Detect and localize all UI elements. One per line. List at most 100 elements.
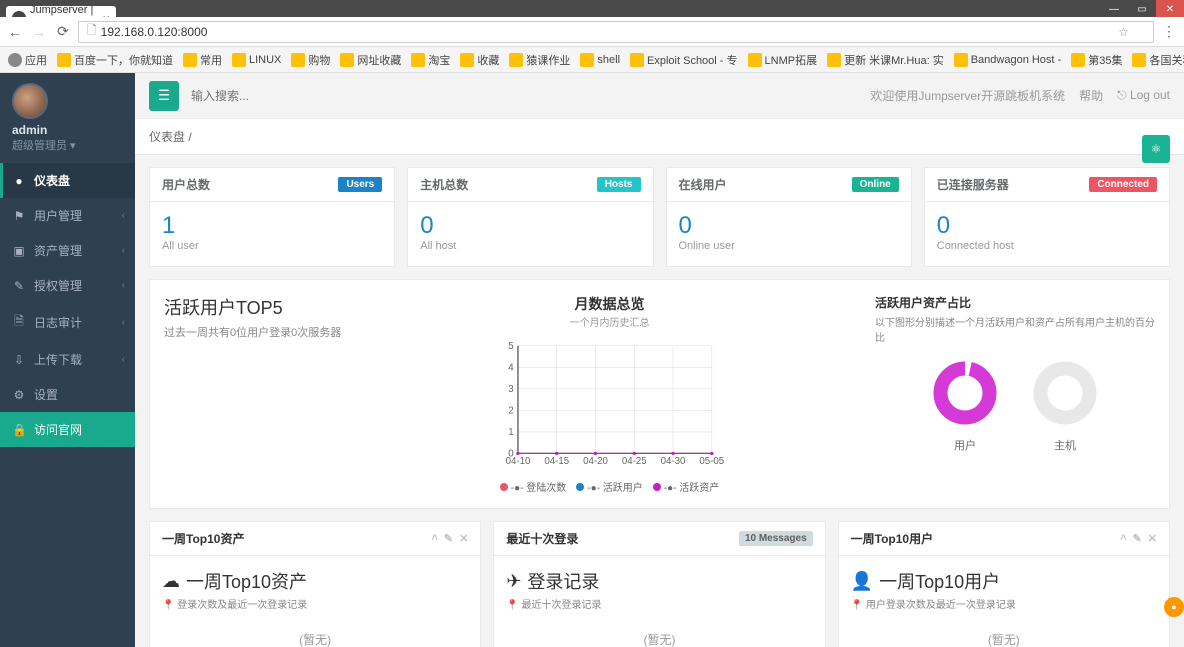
avatar[interactable]: [12, 83, 48, 119]
legend-item: -●- 登陆次数: [500, 479, 566, 494]
sidebar-item-0[interactable]: ●仪表盘: [0, 163, 135, 198]
close-icon[interactable]: ✕: [459, 532, 468, 545]
stat-label: Connected host: [937, 240, 1157, 252]
panel-icon: 👤: [851, 571, 873, 592]
address-bar[interactable]: 🗋 192.168.0.120:8000 ☆: [78, 21, 1154, 43]
stat-box: 在线用户Online0Online user: [666, 167, 912, 267]
main-area: ☰ 欢迎使用Jumpserver开源跳板机系统 帮助 ⎋ Log out ⚛ 仪…: [135, 73, 1184, 647]
bookmark-item[interactable]: 淘宝: [411, 52, 450, 68]
stat-badge: Users: [338, 177, 382, 192]
search-input[interactable]: [191, 81, 858, 111]
legend-item: -●- 活跃资产: [653, 479, 719, 494]
stat-title: 主机总数: [420, 176, 468, 193]
bookmark-item[interactable]: 各国关税起征点及征: [1132, 52, 1184, 68]
sidebar-header: admin 超级管理员 ▾: [0, 73, 135, 163]
address-text: 192.168.0.120:8000: [101, 25, 208, 39]
stat-title: 用户总数: [162, 176, 210, 193]
stat-badge: Connected: [1089, 177, 1157, 192]
chevron-up-icon[interactable]: ˄: [1120, 532, 1126, 545]
donut-hosts: [1030, 358, 1100, 428]
bookmark-item[interactable]: 收藏: [460, 52, 499, 68]
stat-box: 用户总数 Users 1All user: [149, 167, 395, 267]
wrench-icon[interactable]: ✎: [444, 532, 453, 545]
panel-head: 一周Top10用户: [851, 530, 933, 547]
sidebar-item-5[interactable]: ⇩上传下载‹: [0, 342, 135, 377]
nav-back-icon[interactable]: ←: [6, 24, 24, 40]
panel-title: ☁ 一周Top10资产: [162, 568, 468, 594]
svg-text:04-30: 04-30: [661, 456, 686, 467]
bookmark-item[interactable]: 购物: [291, 52, 330, 68]
bookmark-item[interactable]: LNMP拓展: [748, 52, 818, 68]
stat-label: All host: [420, 240, 640, 252]
bookmark-item[interactable]: 第35集: [1071, 52, 1122, 68]
logout-icon: ⎋: [1117, 88, 1127, 102]
stat-title: 在线用户: [679, 176, 727, 193]
chevron-left-icon: ‹: [122, 280, 125, 291]
bookmark-item[interactable]: Exploit School - 专: [630, 52, 737, 68]
close-icon[interactable]: ✕: [1148, 532, 1157, 545]
bookmarks-apps[interactable]: 应用: [8, 52, 47, 68]
share-button[interactable]: ⚛: [1142, 135, 1170, 163]
nav-reload-icon[interactable]: ⟳: [54, 23, 72, 40]
messages-badge: 10 Messages: [739, 531, 813, 546]
help-link[interactable]: 帮助: [1079, 87, 1103, 104]
donut-subtitle: 以下图形分别描述一个月活跃用户和资产占所有用户主机的百分比: [875, 314, 1155, 344]
stat-box: 主机总数Hosts0All host: [407, 167, 653, 267]
bookmark-item[interactable]: 百度一下，你就知道: [57, 52, 173, 68]
bookmark-item[interactable]: Bandwagon Host -: [954, 53, 1062, 67]
sidebar-item-7[interactable]: 🔒访问官网: [0, 412, 135, 447]
bookmark-item[interactable]: 猿课作业: [509, 52, 570, 68]
sidebar-item-6[interactable]: ⚙设置: [0, 377, 135, 412]
window-controls: — ▭ ✕: [1100, 0, 1184, 18]
bookmark-item[interactable]: 更新 米课Mr.Hua: 实: [827, 52, 944, 68]
svg-text:04-10: 04-10: [506, 456, 531, 467]
top5-panel: 活跃用户TOP5 过去一周共有0位用户登录0次服务器: [164, 294, 344, 494]
bottom-panel: 一周Top10资产˄✎✕☁ 一周Top10资产📍 登录次数及最近一次登录记录(暂…: [149, 521, 481, 647]
nav-icon: ⇩: [12, 353, 26, 367]
nav-icon: ▣: [12, 244, 26, 258]
bookmark-item[interactable]: shell: [580, 53, 620, 67]
stat-value: 1: [162, 212, 382, 240]
menu-icon[interactable]: ⋮: [1160, 23, 1178, 40]
donut-title: 活跃用户资产占比: [875, 294, 1155, 311]
panel-icon: ☁: [162, 571, 180, 592]
bookmark-item[interactable]: 网址收藏: [340, 52, 401, 68]
stat-value: 0: [420, 212, 640, 240]
nav-forward-icon[interactable]: →: [30, 24, 48, 40]
wrench-icon[interactable]: ✎: [1133, 532, 1142, 545]
browser-nav-bar: ← → ⟳ 🗋 192.168.0.120:8000 ☆ ⋮: [0, 17, 1184, 47]
breadcrumb: 仪表盘 /: [135, 119, 1184, 155]
sidebar-role[interactable]: 超级管理员 ▾: [12, 137, 123, 153]
sidebar: admin 超级管理员 ▾ ●仪表盘⚑用户管理‹▣资产管理‹✎授权管理‹🗎日志审…: [0, 73, 135, 647]
sidebar-item-1[interactable]: ⚑用户管理‹: [0, 198, 135, 233]
donut-panel: 活跃用户资产占比 以下图形分别描述一个月活跃用户和资产占所有用户主机的百分比 用…: [875, 294, 1155, 494]
panel-subtitle: 📍 最近十次登录记录: [506, 596, 812, 611]
svg-text:1: 1: [508, 427, 513, 438]
legend-item: -●- 活跃用户: [576, 479, 642, 494]
svg-text:04-20: 04-20: [583, 456, 608, 467]
logout-link[interactable]: ⎋ Log out: [1117, 88, 1170, 103]
notification-bubble[interactable]: ●: [1164, 597, 1184, 617]
chevron-up-icon[interactable]: ˄: [431, 532, 437, 545]
nav-icon: ⚑: [12, 209, 26, 223]
stat-badge: Online: [852, 177, 899, 192]
star-icon[interactable]: ☆: [1118, 25, 1129, 39]
sidebar-item-4[interactable]: 🗎日志审计‹: [0, 303, 135, 342]
bookmark-item[interactable]: 常用: [183, 52, 222, 68]
window-close-button[interactable]: ✕: [1156, 0, 1184, 18]
sidebar-item-3[interactable]: ✎授权管理‹: [0, 268, 135, 303]
chevron-left-icon: ‹: [122, 354, 125, 365]
panel-empty: (暂无): [162, 611, 468, 647]
svg-text:3: 3: [508, 384, 513, 395]
stat-label: All user: [162, 240, 382, 252]
chevron-left-icon: ‹: [122, 317, 125, 328]
maximize-button[interactable]: ▭: [1128, 0, 1156, 18]
donut-users-label: 用户: [930, 437, 1000, 453]
bookmark-item[interactable]: LINUX: [232, 53, 281, 67]
nav-icon: 🗎: [12, 312, 26, 333]
sidebar-item-2[interactable]: ▣资产管理‹: [0, 233, 135, 268]
welcome-text: 欢迎使用Jumpserver开源跳板机系统: [870, 87, 1065, 104]
chart-title: 月数据总览: [356, 294, 863, 314]
minimize-button[interactable]: —: [1100, 0, 1128, 18]
menu-toggle-button[interactable]: ☰: [149, 81, 179, 111]
